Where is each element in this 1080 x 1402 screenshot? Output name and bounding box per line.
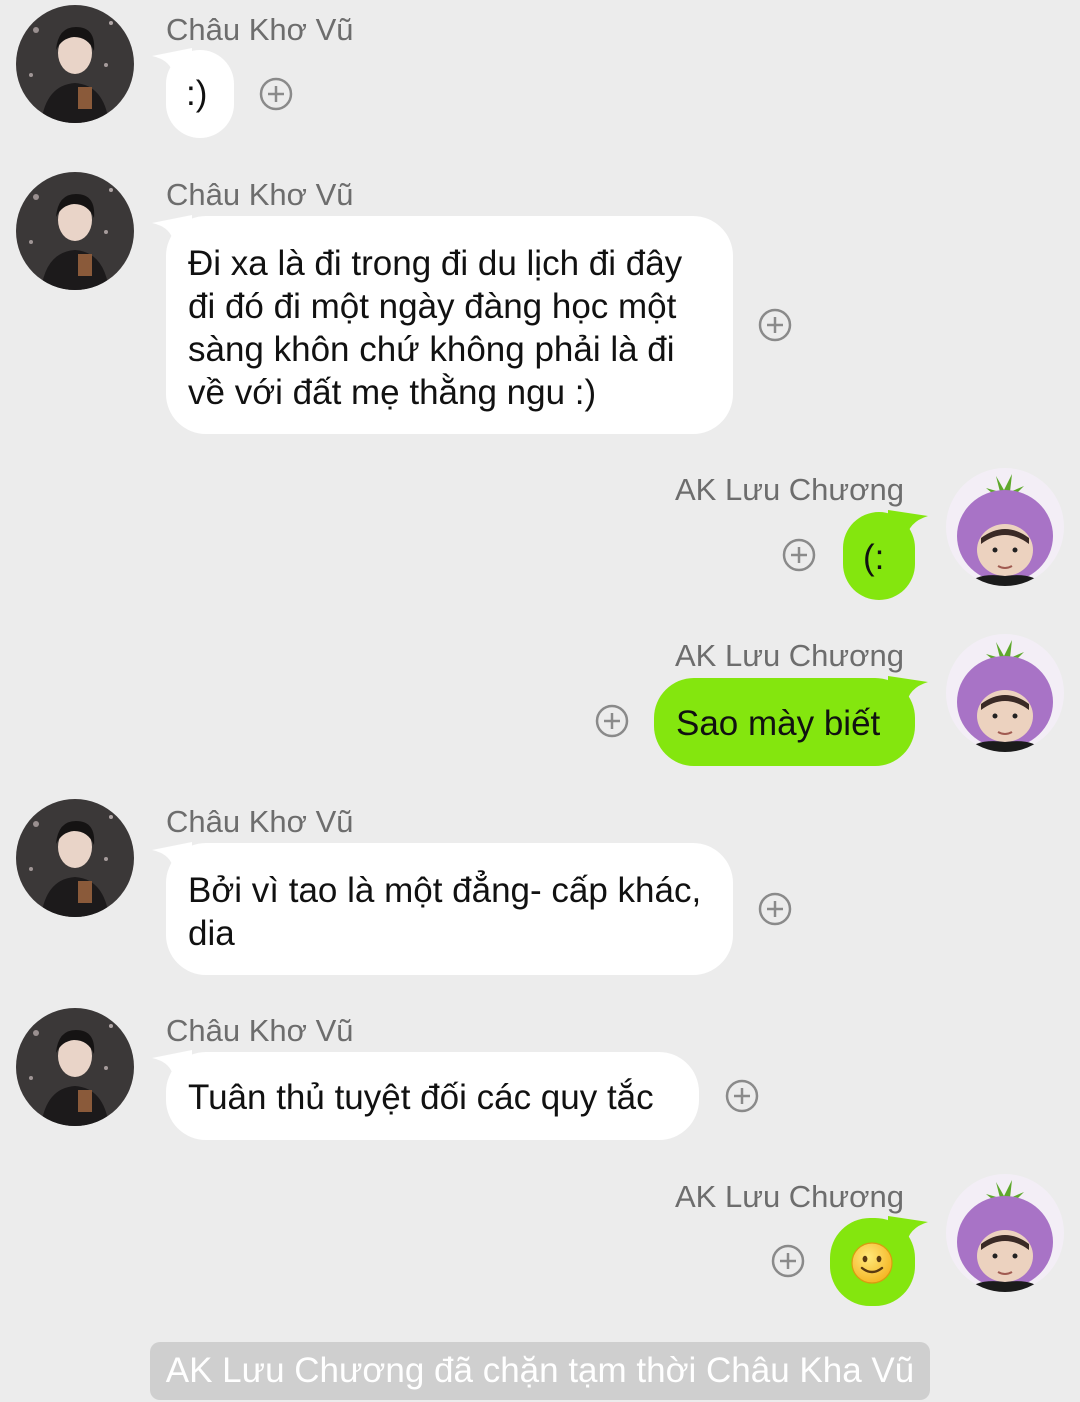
eggplant-hat-avatar-icon — [946, 468, 1064, 586]
add-reaction-button[interactable] — [771, 1244, 805, 1278]
message-bubble[interactable] — [830, 1218, 915, 1306]
plus-circle-icon — [782, 538, 816, 572]
message-text-line: Đi xa là đi trong đi du lịch đi đây — [188, 244, 683, 283]
plus-circle-icon — [259, 77, 293, 111]
message-bubble[interactable]: Sao mày biết — [654, 678, 915, 766]
message-text: :) — [186, 74, 208, 113]
message-bubble[interactable]: :) — [166, 50, 234, 138]
sender-name: AK Lưu Chương — [674, 1179, 904, 1214]
add-reaction-button[interactable] — [595, 704, 629, 738]
message-text-line: sàng khôn chứ không phải là đi — [188, 330, 675, 369]
my-avatar[interactable] — [946, 634, 1064, 752]
sender-name: Châu Khơ Vũ — [166, 177, 354, 212]
plus-circle-icon — [758, 308, 792, 342]
contact-avatar[interactable] — [16, 799, 134, 917]
sender-name: Châu Khơ Vũ — [166, 12, 354, 47]
message-text-line: về với đất mẹ thằng ngu :) — [188, 373, 597, 412]
sender-name: AK Lưu Chương — [674, 472, 904, 507]
plus-circle-icon — [725, 1079, 759, 1113]
message-bubble[interactable]: Tuân thủ tuyệt đối các quy tắc — [166, 1052, 699, 1140]
contact-avatar[interactable] — [16, 172, 134, 290]
my-avatar[interactable] — [946, 1174, 1064, 1292]
add-reaction-button[interactable] — [725, 1079, 759, 1113]
eggplant-hat-avatar-icon — [946, 1174, 1064, 1292]
sender-name: Châu Khơ Vũ — [166, 1013, 354, 1048]
man-dark-portrait-avatar-icon — [16, 172, 134, 290]
message-text: Tuân thủ tuyệt đối các quy tắc — [188, 1078, 654, 1117]
add-reaction-button[interactable] — [758, 892, 792, 926]
message-text-line: dia — [188, 914, 235, 953]
plus-circle-icon — [771, 1244, 805, 1278]
man-dark-portrait-avatar-icon — [16, 1008, 134, 1126]
add-reaction-button[interactable] — [259, 77, 293, 111]
message-text-line: đi đó đi một ngày đàng học một — [188, 287, 677, 326]
my-avatar[interactable] — [946, 468, 1064, 586]
message-bubble[interactable]: (: — [843, 512, 915, 600]
add-reaction-button[interactable] — [782, 538, 816, 572]
message-bubble[interactable]: Bởi vì tao là một đẳng- cấp khác, dia — [166, 843, 733, 975]
add-reaction-button[interactable] — [758, 308, 792, 342]
message-bubble[interactable]: Đi xa là đi trong đi du lịch đi đây đi đ… — [166, 216, 733, 434]
contact-avatar[interactable] — [16, 1008, 134, 1126]
contact-avatar[interactable] — [16, 5, 134, 123]
message-text: (: — [863, 538, 885, 577]
plus-circle-icon — [758, 892, 792, 926]
sender-name: AK Lưu Chương — [674, 638, 904, 673]
sender-name: Châu Khơ Vũ — [166, 804, 354, 839]
eggplant-hat-avatar-icon — [946, 634, 1064, 752]
smiling-face-emoji-icon — [851, 1242, 893, 1284]
plus-circle-icon — [595, 704, 629, 738]
man-dark-portrait-avatar-icon — [16, 5, 134, 123]
message-text-line: Bởi vì tao là một đẳng- cấp khác, — [188, 871, 702, 910]
message-text: Sao mày biết — [676, 704, 881, 743]
man-dark-portrait-avatar-icon — [16, 799, 134, 917]
system-notice: AK Lưu Chương đã chặn tạm thời Châu Kha … — [150, 1342, 930, 1400]
